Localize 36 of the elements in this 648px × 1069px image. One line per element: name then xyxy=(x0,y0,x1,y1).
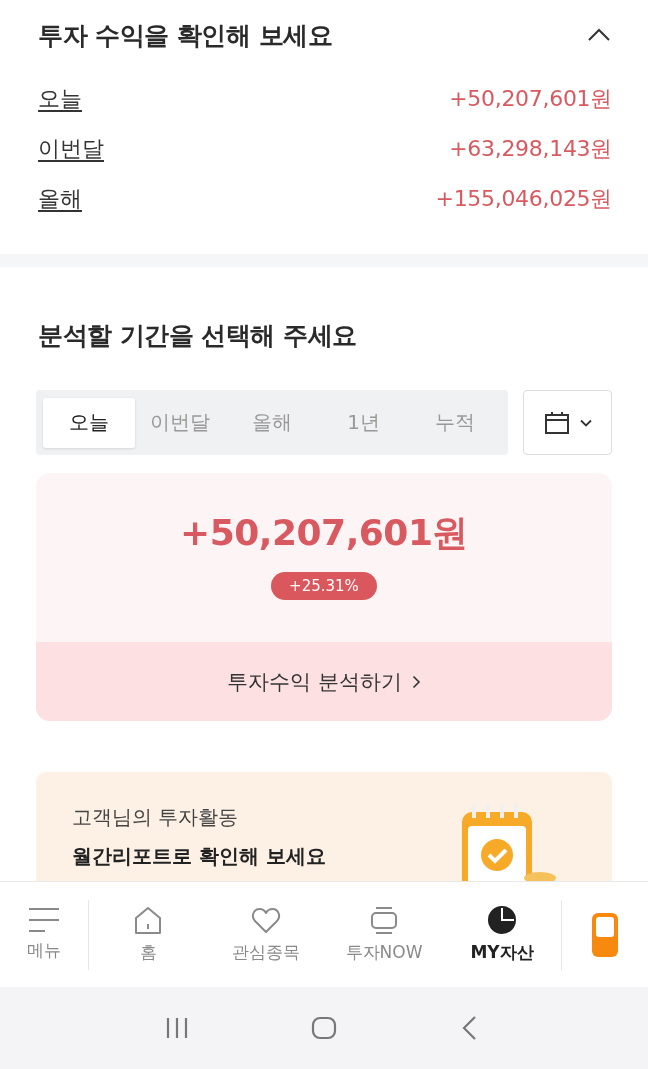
menu-icon xyxy=(28,907,60,933)
section-title: 분석할 기간을 선택해 주세요 xyxy=(38,320,358,352)
profit-amount: +155,046,025원 xyxy=(435,185,612,213)
home-button-icon[interactable] xyxy=(311,1016,337,1040)
section-title: 투자 수익을 확인해 보세요 xyxy=(38,19,333,52)
banner-headline: 월간리포트로 확인해 보세요 xyxy=(72,843,326,870)
chevron-right-icon xyxy=(411,674,421,689)
rate-badge: +25.31% xyxy=(271,572,377,600)
caret-icon xyxy=(579,418,592,427)
analyze-link[interactable]: 투자수익 분석하기 xyxy=(36,642,612,721)
nav-tab[interactable]: 홈 xyxy=(98,905,198,964)
period-tab[interactable]: 1년 xyxy=(317,397,410,448)
chevron-icon xyxy=(587,28,611,42)
pie-chart-icon xyxy=(487,905,517,935)
heart-icon xyxy=(251,905,281,935)
period-link[interactable]: 이번달 xyxy=(38,134,104,164)
nav-tab[interactable]: 투자NOW xyxy=(334,905,434,964)
home-icon xyxy=(133,905,163,935)
period-tab[interactable]: 누적 xyxy=(409,397,501,448)
promo-banner[interactable]: 고객님의 투자활동 월간리포트로 확인해 보세요 xyxy=(36,772,612,881)
calendar-button[interactable] xyxy=(523,390,612,455)
banner-text: 고객님의 투자활동 xyxy=(72,804,240,831)
nav-tab[interactable]: 관심종목 xyxy=(216,905,316,964)
phone-icon xyxy=(592,912,618,957)
profit-amount: +50,207,601원 xyxy=(449,85,612,113)
period-link[interactable]: 올해 xyxy=(38,184,82,214)
nav-tab[interactable]: MY자산 xyxy=(452,905,552,964)
calendar-icon xyxy=(543,410,570,435)
period-tab[interactable]: 이번달 xyxy=(134,397,227,448)
profit-amount: +63,298,143원 xyxy=(449,135,612,163)
period-tab[interactable]: 오늘 xyxy=(43,397,135,448)
menu-button[interactable]: 메뉴 xyxy=(0,907,88,962)
period-link[interactable]: 오늘 xyxy=(38,84,82,114)
cards-icon xyxy=(369,905,399,935)
profit-amount: +50,207,601원 xyxy=(180,511,468,555)
period-tab[interactable]: 올해 xyxy=(226,397,318,448)
